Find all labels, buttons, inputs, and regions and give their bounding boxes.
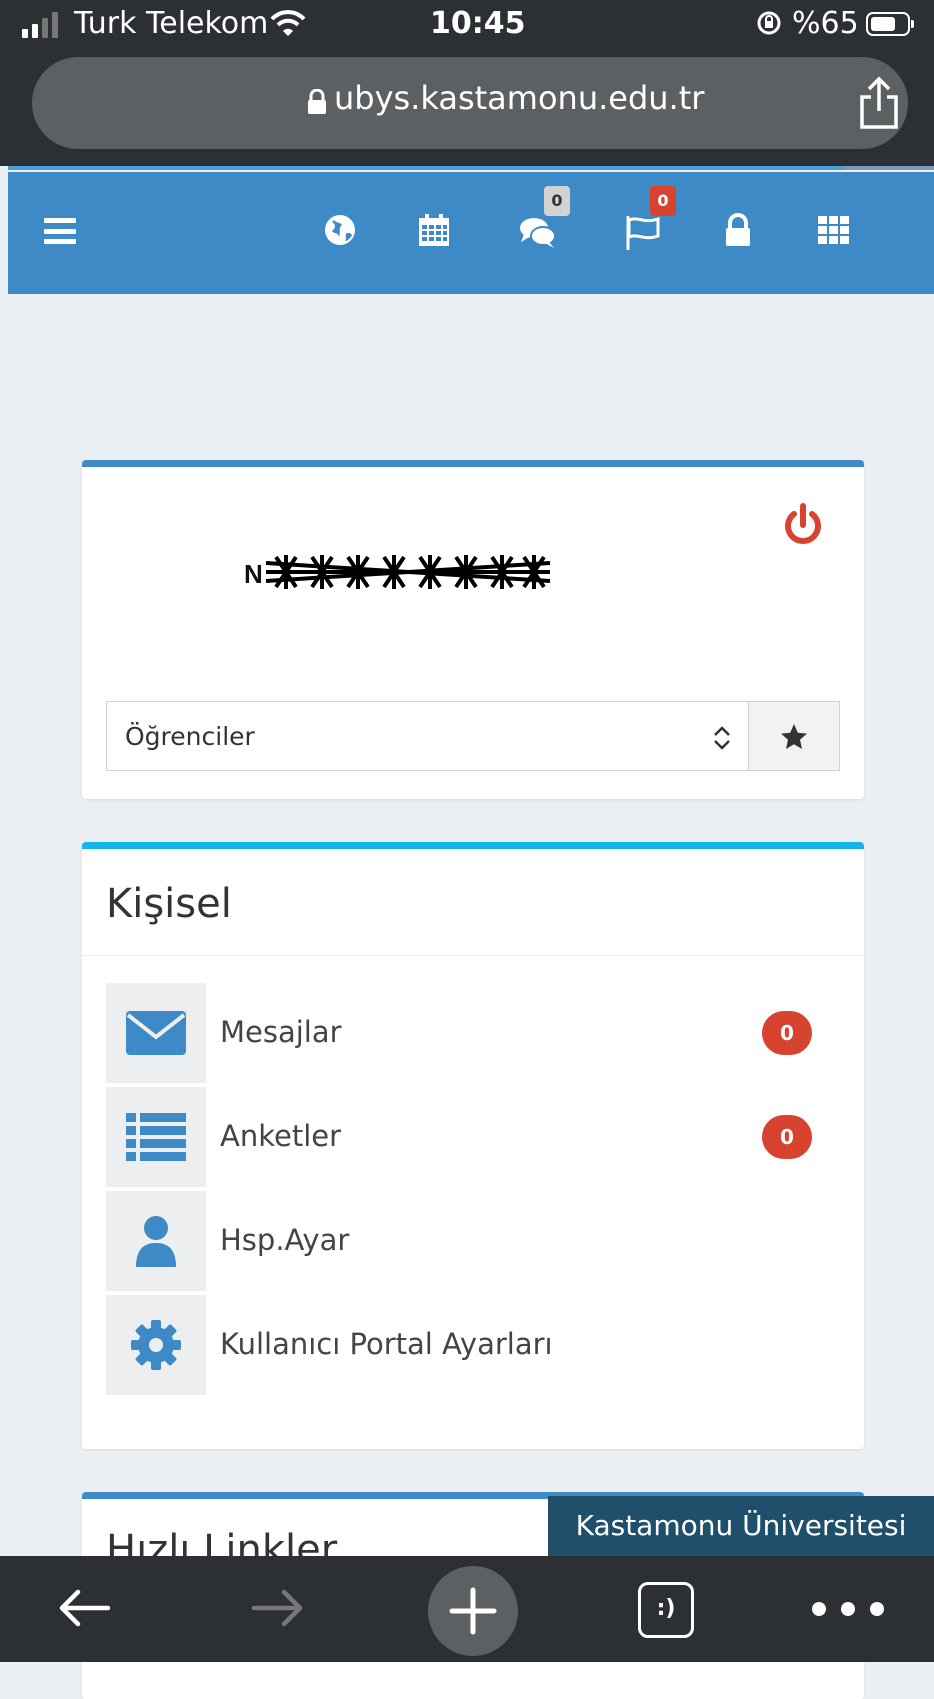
- divider: [82, 955, 864, 956]
- personal-card: Kişisel Mesajlar 0 Anketler 0 Hsp.Ayar K…: [82, 842, 864, 1449]
- page-load-progress: [8, 166, 844, 170]
- favorite-button[interactable]: [748, 701, 840, 771]
- share-icon[interactable]: [856, 75, 902, 131]
- menu-item-hsp-ayar[interactable]: Hsp.Ayar: [106, 1191, 826, 1291]
- menu-icon-box: [106, 1191, 206, 1291]
- menu-icon-box: [106, 983, 206, 1083]
- back-arrow-icon[interactable]: [56, 1586, 112, 1630]
- power-icon[interactable]: [782, 503, 824, 547]
- redacted-name-scribble: [266, 555, 550, 589]
- forward-arrow-icon[interactable]: [250, 1586, 306, 1630]
- page-load-track: [844, 166, 934, 170]
- role-select[interactable]: Öğrenciler: [106, 701, 750, 771]
- menu-item-label: Anketler: [220, 1119, 342, 1153]
- select-arrows-icon: [714, 726, 730, 750]
- rotation-lock-icon: [757, 11, 781, 35]
- envelope-icon: [126, 1011, 186, 1055]
- url-text: ubys.kastamonu.edu.tr: [334, 79, 705, 117]
- signal-icon: [22, 12, 58, 38]
- gear-icon: [131, 1320, 181, 1370]
- user-icon: [136, 1216, 176, 1267]
- calendar-icon[interactable]: [414, 210, 454, 250]
- flag-icon[interactable]: [624, 212, 664, 252]
- chat-icon[interactable]: [518, 212, 558, 252]
- menu-item-mesajlar[interactable]: Mesajlar 0: [106, 983, 826, 1083]
- menu-toggle-icon[interactable]: [44, 218, 76, 244]
- menu-icon-box: [106, 1087, 206, 1187]
- star-icon: [781, 724, 807, 749]
- profile-card: N Öğrenciler: [82, 460, 864, 799]
- browser-bottom-bar: :): [0, 1556, 934, 1662]
- messages-count-badge: 0: [544, 186, 570, 216]
- menu-item-label: Hsp.Ayar: [220, 1223, 350, 1257]
- more-icon[interactable]: [812, 1602, 884, 1618]
- notifications-count-badge: 0: [650, 186, 676, 216]
- battery-icon: [866, 12, 914, 36]
- lock-icon: [308, 89, 326, 114]
- carrier-name: Turk Telekom: [74, 6, 269, 41]
- lock-icon[interactable]: [718, 210, 758, 250]
- address-bar[interactable]: ubys.kastamonu.edu.tr: [32, 57, 908, 149]
- new-tab-button[interactable]: [428, 1566, 518, 1656]
- menu-item-label: Kullanıcı Portal Ayarları: [220, 1327, 553, 1361]
- user-name: N: [244, 559, 263, 589]
- messages-badge: 0: [762, 1011, 812, 1055]
- menu-item-anketler[interactable]: Anketler 0: [106, 1087, 826, 1187]
- role-select-value: Öğrenciler: [125, 722, 255, 751]
- menu-item-portal-settings[interactable]: Kullanıcı Portal Ayarları: [106, 1295, 826, 1395]
- browser-toolbar: ubys.kastamonu.edu.tr: [0, 52, 934, 166]
- list-icon: [126, 1113, 186, 1161]
- menu-icon-box: [106, 1295, 206, 1395]
- apps-grid-icon[interactable]: [814, 210, 854, 250]
- site-header: 0 0: [8, 172, 934, 294]
- plus-icon: [449, 1587, 497, 1635]
- battery-percent: %65: [792, 6, 859, 41]
- surveys-badge: 0: [762, 1115, 812, 1159]
- globe-icon[interactable]: [320, 210, 360, 250]
- menu-item-label: Mesajlar: [220, 1015, 342, 1049]
- tabs-button[interactable]: :): [638, 1582, 694, 1638]
- personal-title: Kişisel: [106, 881, 232, 927]
- wifi-icon: [270, 10, 306, 36]
- status-bar: Turk Telekom 10:45 %65: [0, 0, 934, 52]
- clock: 10:45: [430, 6, 526, 41]
- university-banner: Kastamonu Üniversitesi: [548, 1496, 934, 1556]
